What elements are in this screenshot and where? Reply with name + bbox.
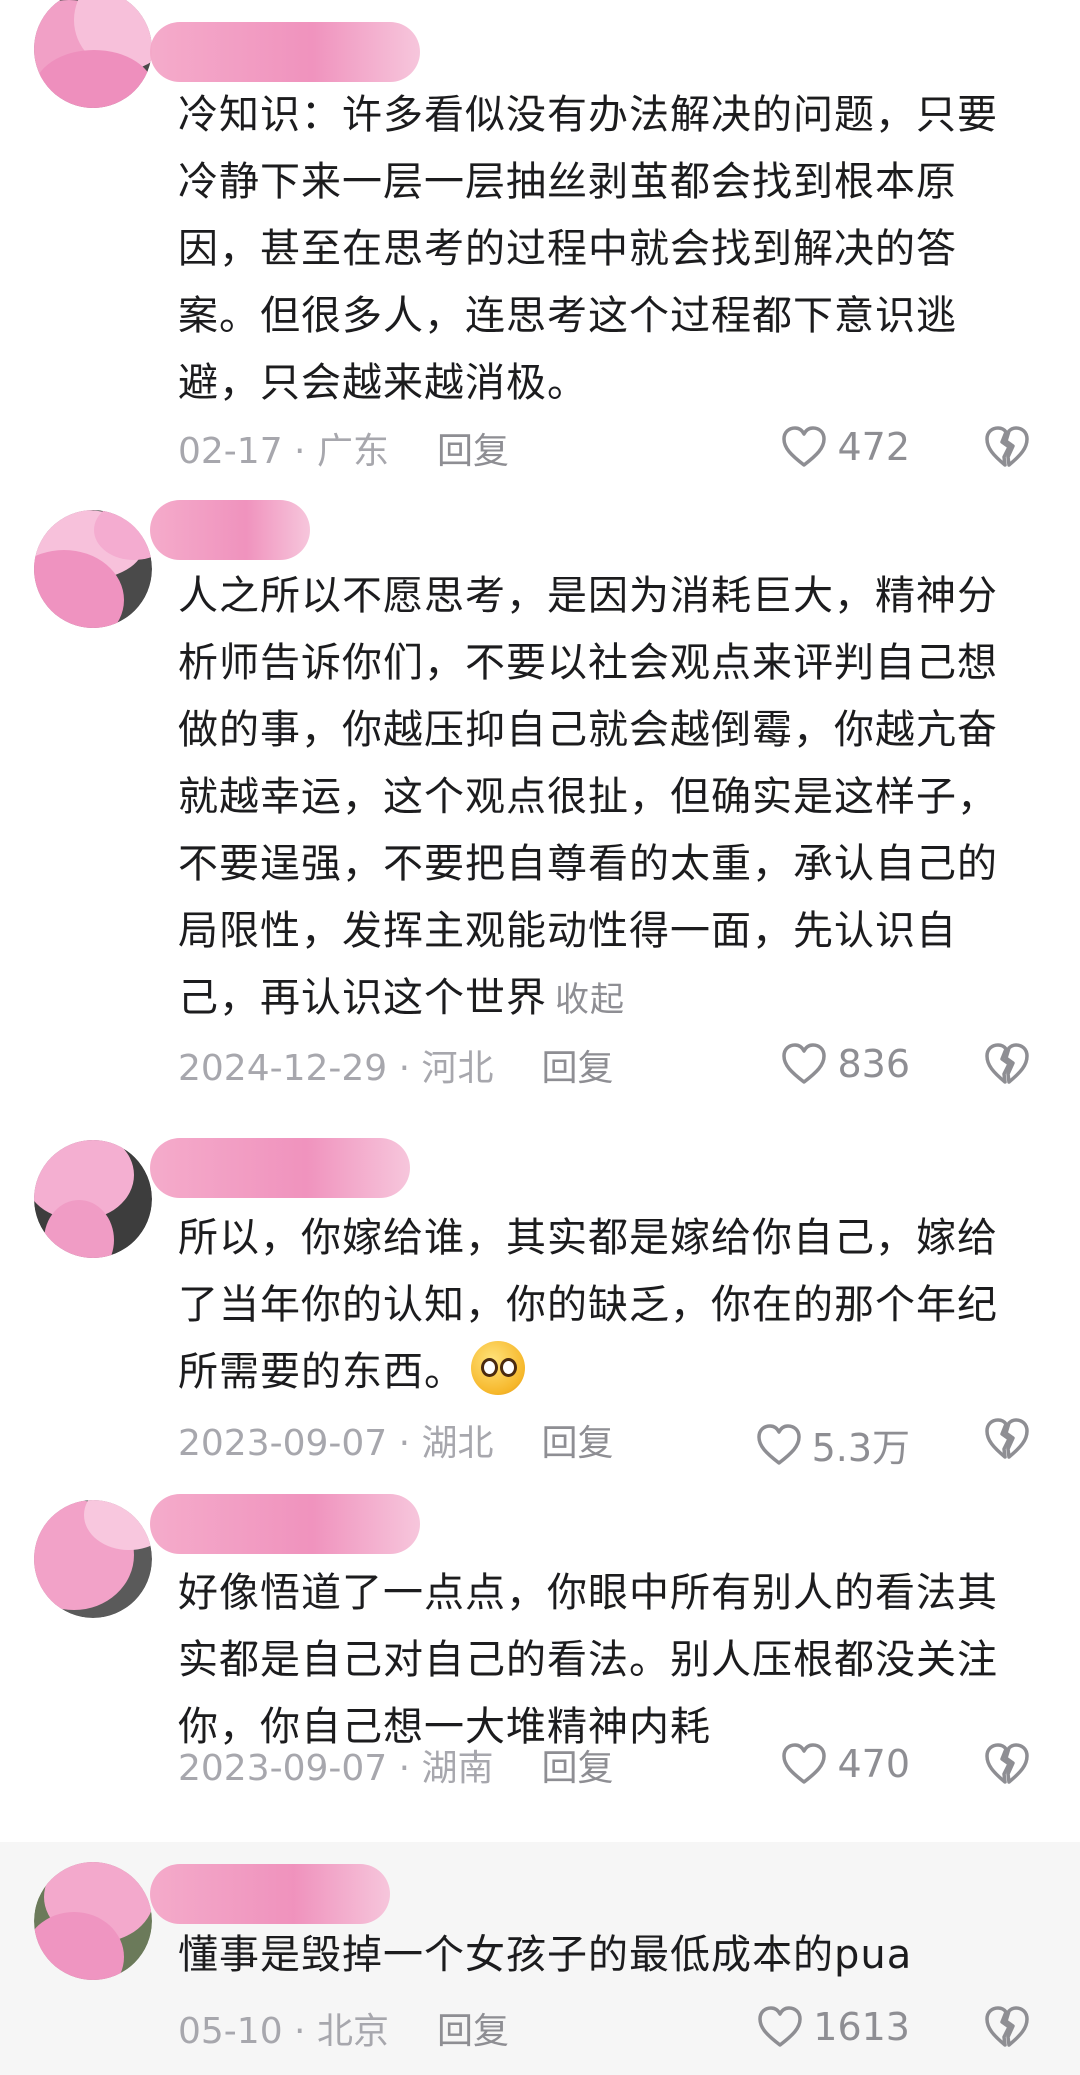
collapse-link[interactable]: 收起	[555, 980, 625, 1020]
avatar[interactable]	[34, 1140, 152, 1258]
reply-button[interactable]: 回复	[542, 1039, 614, 1091]
like-button[interactable]: 5.3万	[756, 1417, 910, 1472]
like-button[interactable]: 836	[781, 1042, 910, 1086]
comment-text: 人之所以不愿思考，是因为消耗巨大，精神分析师告诉你们，不要以社会观点来评判自己想…	[178, 563, 1038, 1034]
broken-heart-outline-icon[interactable]	[984, 1417, 1030, 1461]
broken-heart-outline-icon[interactable]	[984, 1742, 1030, 1786]
avatar[interactable]	[34, 510, 152, 628]
like-count: 1613	[813, 2005, 910, 2049]
date-location: 2023-09-07 · 湖北	[178, 1423, 494, 1464]
comment-text: 所以，你嫁给谁，其实都是嫁给你自己，嫁给了当年你的认知，你的缺乏，你在的那个年纪…	[178, 1205, 1038, 1406]
broken-heart-outline-icon[interactable]	[984, 425, 1030, 469]
comment-item: 懂事是毁掉一个女孩子的最低成本的pua 05-10 · 北京 回复 1613	[0, 1842, 1080, 2075]
heart-outline-icon	[758, 2006, 803, 2047]
comment-text-body: 所以，你嫁给谁，其实都是嫁给你自己，嫁给了当年你的认知，你的缺乏，你在的那个年纪…	[178, 1215, 998, 1395]
broken-heart-outline-icon[interactable]	[984, 1042, 1030, 1086]
comment-text: 懂事是毁掉一个女孩子的最低成本的pua	[178, 1932, 913, 1978]
like-count: 836	[837, 1042, 910, 1086]
redacted-username	[150, 1138, 410, 1198]
comment-item: 冷知识：许多看似没有办法解决的问题，只要冷静下来一层一层抽丝剥茧都会找到根本原因…	[0, 0, 1080, 480]
avatar[interactable]	[34, 1500, 152, 1618]
redacted-username	[150, 22, 420, 82]
reply-button[interactable]: 回复	[542, 1414, 614, 1466]
smiling-face-icon	[471, 1341, 525, 1395]
comment-text-body: 人之所以不愿思考，是因为消耗巨大，精神分析师告诉你们，不要以社会观点来评判自己想…	[178, 573, 998, 1021]
date-location: 02-17 · 广东	[178, 431, 389, 472]
heart-outline-icon	[756, 1423, 801, 1465]
redacted-username	[150, 1494, 420, 1554]
comment-text: 冷知识：许多看似没有办法解决的问题，只要冷静下来一层一层抽丝剥茧都会找到根本原因…	[178, 92, 998, 406]
comment-text: 好像悟道了一点点，你眼中所有别人的看法其实都是自己对自己的看法。别人压根都没关注…	[178, 1570, 998, 1750]
date-location: 2023-09-07 · 湖南	[178, 1748, 494, 1789]
reply-button[interactable]: 回复	[437, 422, 509, 474]
reply-button[interactable]: 回复	[542, 1739, 614, 1791]
heart-outline-icon	[782, 1043, 827, 1084]
like-count: 5.3万	[811, 1426, 910, 1470]
like-count: 472	[837, 425, 910, 469]
comment-item: 好像悟道了一点点，你眼中所有别人的看法其实都是自己对自己的看法。别人压根都没关注…	[0, 1480, 1080, 1810]
reply-button[interactable]: 回复	[437, 2002, 509, 2054]
avatar[interactable]	[34, 0, 152, 108]
date-location: 05-10 · 北京	[178, 2011, 389, 2052]
comment-item: 所以，你嫁给谁，其实都是嫁给你自己，嫁给了当年你的认知，你的缺乏，你在的那个年纪…	[0, 1120, 1080, 1480]
redacted-username	[150, 1864, 390, 1924]
date-location: 2024-12-29 · 河北	[178, 1048, 494, 1089]
comment-item: 人之所以不愿思考，是因为消耗巨大，精神分析师告诉你们，不要以社会观点来评判自己想…	[0, 480, 1080, 1100]
heart-outline-icon	[782, 426, 827, 467]
redacted-username	[150, 500, 310, 560]
like-button[interactable]: 472	[781, 425, 910, 469]
like-button[interactable]: 470	[781, 1742, 910, 1786]
avatar[interactable]	[34, 1862, 152, 1980]
broken-heart-outline-icon[interactable]	[984, 2005, 1030, 2049]
like-button[interactable]: 1613	[757, 2005, 910, 2049]
heart-outline-icon	[782, 1743, 827, 1784]
like-count: 470	[837, 1742, 910, 1786]
